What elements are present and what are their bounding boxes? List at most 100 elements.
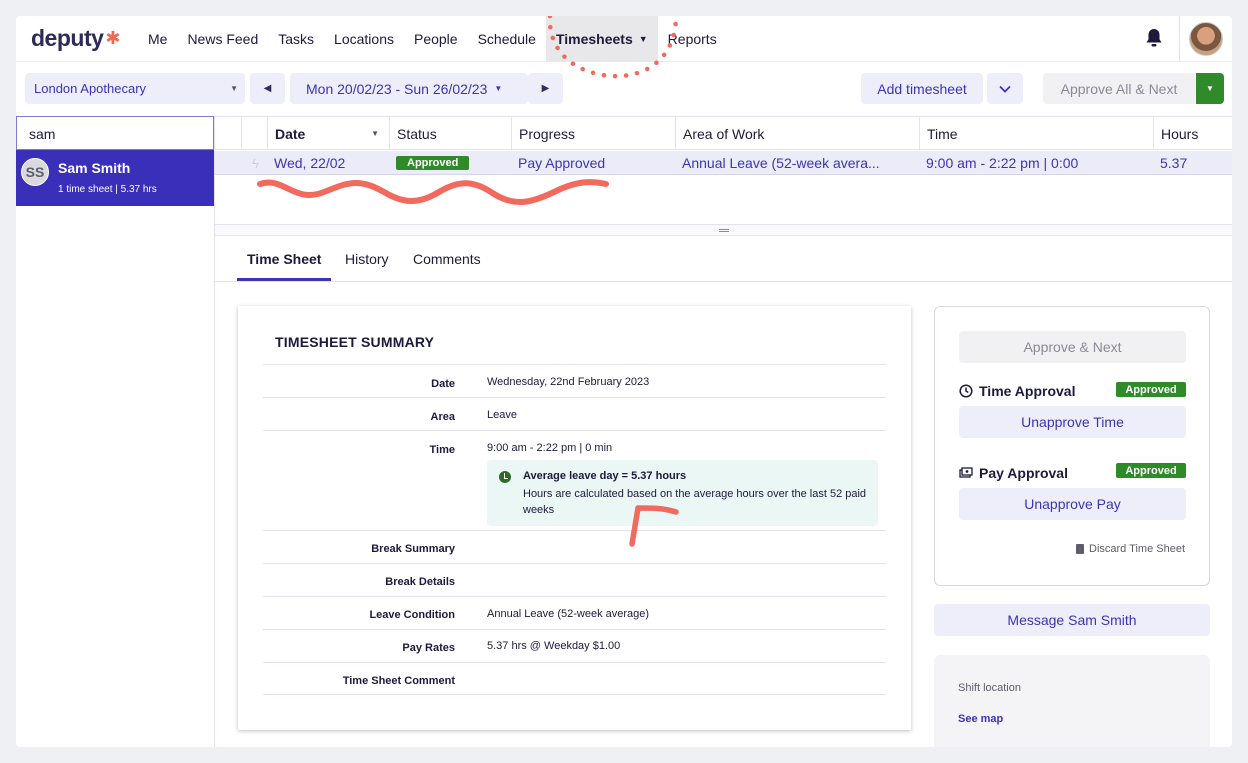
pay-approved-badge: Approved bbox=[1116, 463, 1186, 478]
column-date-label: Date bbox=[275, 125, 306, 142]
column-area[interactable]: Area of Work bbox=[675, 117, 919, 150]
sort-caret-icon: ▼ bbox=[371, 129, 379, 138]
logo-star-icon: ✱ bbox=[105, 28, 120, 48]
row-hours: 5.37 bbox=[1160, 155, 1188, 171]
column-progress[interactable]: Progress bbox=[511, 117, 675, 150]
summary-value: Wednesday, 22nd February 2023 bbox=[487, 376, 650, 388]
nav-schedule[interactable]: Schedule bbox=[468, 16, 546, 62]
summary-row-area: Area Leave bbox=[263, 397, 886, 430]
summary-row-break-details: Break Details bbox=[263, 563, 886, 596]
row-status: Approved bbox=[389, 151, 511, 175]
summary-label: Break Details bbox=[385, 576, 455, 588]
tab-time-sheet[interactable]: Time Sheet bbox=[237, 237, 332, 281]
approve-next-button[interactable]: Approve & Next bbox=[959, 331, 1186, 363]
discard-timesheet-button[interactable]: Discard Time Sheet bbox=[1076, 543, 1185, 555]
deputy-logo[interactable]: deputy ✱ bbox=[31, 25, 120, 52]
nav-timesheets[interactable]: Timesheets ▼ bbox=[545, 16, 658, 62]
chevron-right-icon: ▶ bbox=[541, 83, 550, 94]
nav-reports[interactable]: Reports bbox=[658, 16, 727, 62]
tab-history[interactable]: History bbox=[335, 237, 399, 281]
nav-news-feed[interactable]: News Feed bbox=[177, 16, 268, 62]
nav-me[interactable]: Me bbox=[138, 16, 177, 62]
shift-location-card: Shift location See map bbox=[934, 655, 1210, 747]
approve-all-next-button[interactable]: Approve All & Next bbox=[1043, 73, 1195, 104]
table-row[interactable]: ϟ Wed, 22/02 Approved Pay Approved Annua… bbox=[215, 151, 1232, 175]
bell-icon[interactable] bbox=[1142, 26, 1166, 50]
date-range-select[interactable]: Mon 20/02/23 - Sun 26/02/23 ▼ bbox=[290, 73, 528, 104]
summary-row-time: Time 9:00 am - 2:22 pm | 0 min Average l… bbox=[263, 430, 886, 530]
row-time: 9:00 am - 2:22 pm | 0:00 bbox=[926, 155, 1079, 171]
summary-row-comment: Time Sheet Comment bbox=[263, 662, 886, 695]
date-range-value: Mon 20/02/23 - Sun 26/02/23 bbox=[306, 80, 488, 97]
location-select[interactable]: London Apothecary ▼ bbox=[25, 73, 245, 104]
column-status[interactable]: Status bbox=[389, 117, 511, 150]
timesheet-summary-card: TIMESHEET SUMMARY Date Wednesday, 22nd F… bbox=[238, 306, 911, 730]
time-approval-label: Time Approval bbox=[979, 383, 1076, 399]
nav-people[interactable]: People bbox=[404, 16, 468, 62]
unapprove-time-button[interactable]: Unapprove Time bbox=[959, 406, 1186, 438]
employee-list-item[interactable]: SS Sam Smith 1 time sheet | 5.37 hrs bbox=[16, 150, 214, 206]
row-progress: Pay Approved bbox=[518, 155, 606, 171]
column-date[interactable]: Date ▼ bbox=[267, 117, 389, 150]
bolt-icon: ϟ bbox=[252, 155, 259, 171]
prev-week-button[interactable]: ◀ bbox=[250, 73, 285, 104]
employee-name: Sam Smith bbox=[58, 160, 131, 176]
approve-all-dropdown[interactable]: ▼ bbox=[1196, 73, 1224, 104]
summary-value: 5.37 hrs @ Weekday $1.00 bbox=[487, 640, 621, 652]
summary-value: Annual Leave (52-week average) bbox=[487, 608, 650, 620]
column-hours[interactable]: Hours bbox=[1153, 117, 1232, 150]
clock-icon bbox=[959, 384, 973, 398]
chevron-down-icon bbox=[999, 85, 1011, 93]
row-date: Wed, 22/02 bbox=[274, 155, 346, 171]
timesheet-table-header: Date ▼ Status Progress Area of Work Time… bbox=[215, 116, 1232, 150]
info-body: Hours are calculated based on the averag… bbox=[523, 488, 867, 516]
app-window: deputy ✱ Me News Feed Tasks Locations Pe… bbox=[16, 16, 1232, 747]
nav-tasks[interactable]: Tasks bbox=[268, 16, 324, 62]
flag-column bbox=[241, 117, 267, 150]
detail-tabs: Time Sheet History Comments bbox=[215, 237, 1232, 282]
add-timesheet-button[interactable]: Add timesheet bbox=[861, 73, 983, 104]
row-area: Annual Leave (52-week avera... bbox=[682, 155, 880, 171]
summary-title: TIMESHEET SUMMARY bbox=[275, 334, 435, 350]
employee-avatar: SS bbox=[21, 158, 49, 186]
employee-summary: 1 time sheet | 5.37 hrs bbox=[58, 184, 157, 195]
clock-icon bbox=[499, 471, 511, 483]
annotation-squiggle bbox=[257, 179, 609, 206]
discard-label: Discard Time Sheet bbox=[1089, 543, 1185, 555]
user-avatar[interactable] bbox=[1189, 22, 1223, 56]
summary-label: Time Sheet Comment bbox=[342, 675, 455, 687]
summary-row-leave-condition: Leave Condition Annual Leave (52-week av… bbox=[263, 596, 886, 629]
average-leave-info: Average leave day = 5.37 hours Hours are… bbox=[487, 460, 878, 526]
toolbar: London Apothecary ▼ ◀ Mon 20/02/23 - Sun… bbox=[16, 62, 1232, 116]
logo-text: deputy bbox=[31, 25, 104, 51]
nav-locations[interactable]: Locations bbox=[324, 16, 404, 62]
info-title: Average leave day = 5.37 hours bbox=[523, 470, 687, 482]
trash-icon bbox=[1076, 544, 1085, 554]
caret-down-icon: ▼ bbox=[638, 33, 648, 44]
message-employee-button[interactable]: Message Sam Smith bbox=[934, 604, 1210, 636]
summary-row-break-summary: Break Summary bbox=[263, 530, 886, 563]
summary-value: 9:00 am - 2:22 pm | 0 min bbox=[487, 442, 613, 454]
column-time[interactable]: Time bbox=[919, 117, 1153, 150]
select-column bbox=[215, 117, 241, 150]
left-panel-divider bbox=[214, 116, 215, 747]
see-map-link[interactable]: See map bbox=[958, 713, 1003, 725]
summary-label: Area bbox=[430, 411, 455, 423]
top-nav: deputy ✱ Me News Feed Tasks Locations Pe… bbox=[16, 16, 1232, 62]
summary-row-pay-rates: Pay Rates 5.37 hrs @ Weekday $1.00 bbox=[263, 629, 886, 662]
unapprove-pay-button[interactable]: Unapprove Pay bbox=[959, 488, 1186, 520]
summary-row-date: Date Wednesday, 22nd February 2023 bbox=[263, 364, 886, 397]
summary-label: Pay Rates bbox=[402, 642, 455, 654]
time-approval-title: Time Approval bbox=[959, 383, 1075, 399]
tab-comments[interactable]: Comments bbox=[403, 237, 491, 281]
add-timesheet-dropdown[interactable] bbox=[987, 73, 1023, 104]
nav-timesheets-label: Timesheets bbox=[555, 30, 633, 47]
chevron-left-icon: ◀ bbox=[263, 83, 272, 94]
caret-down-icon: ▼ bbox=[230, 84, 238, 93]
pay-approval-label: Pay Approval bbox=[979, 465, 1068, 481]
employee-search-input[interactable]: sam bbox=[16, 116, 214, 150]
shift-location-title: Shift location bbox=[958, 682, 1021, 694]
next-week-button[interactable]: ▶ bbox=[528, 73, 563, 104]
pay-approval-title: Pay Approval bbox=[959, 465, 1068, 481]
panel-resize-handle[interactable] bbox=[215, 224, 1232, 236]
